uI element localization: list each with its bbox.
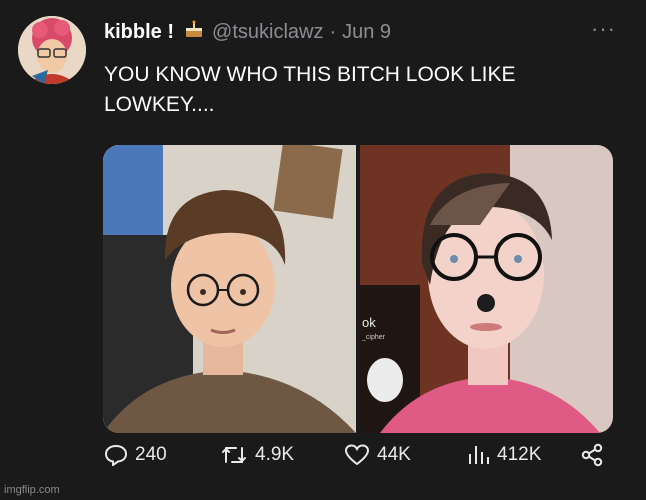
repost-count: 4.9K bbox=[255, 444, 295, 465]
overlay-text: ok bbox=[362, 315, 376, 330]
repost-button[interactable]: 4.9K bbox=[220, 444, 294, 466]
post-date[interactable]: Jun 9 bbox=[342, 21, 391, 44]
photo-right[interactable]: ok _cipher bbox=[360, 145, 613, 433]
reply-button[interactable]: 240 bbox=[104, 444, 167, 466]
views-button[interactable]: 412K bbox=[466, 444, 541, 466]
heart-icon bbox=[344, 444, 370, 466]
overlay-subtext: _cipher bbox=[361, 334, 386, 341]
cake-emoji-icon bbox=[184, 20, 204, 44]
tweet-header: kibble ! @tsukiclawz · Jun 9 bbox=[104, 20, 391, 44]
repost-icon bbox=[222, 446, 246, 464]
reply-count: 240 bbox=[135, 444, 167, 465]
views-count: 412K bbox=[497, 444, 542, 465]
display-name[interactable]: kibble ! bbox=[104, 21, 174, 44]
media-grid[interactable]: ok _cipher bbox=[103, 145, 613, 433]
like-count: 44K bbox=[377, 444, 411, 465]
share-button[interactable] bbox=[580, 443, 611, 467]
like-button[interactable]: 44K bbox=[344, 444, 411, 466]
reply-icon bbox=[104, 444, 128, 466]
user-handle[interactable]: @tsukiclawz bbox=[212, 21, 323, 44]
views-icon bbox=[469, 446, 489, 464]
more-options-icon[interactable]: ··· bbox=[591, 18, 616, 40]
share-icon bbox=[581, 443, 603, 467]
avatar[interactable] bbox=[18, 16, 86, 84]
photo-left[interactable] bbox=[103, 145, 356, 433]
watermark: imgflip.com bbox=[4, 484, 60, 496]
separator: · bbox=[329, 20, 337, 43]
tweet-text: YOU KNOW WHO THIS BITCH LOOK LIKE LOWKEY… bbox=[104, 63, 516, 116]
